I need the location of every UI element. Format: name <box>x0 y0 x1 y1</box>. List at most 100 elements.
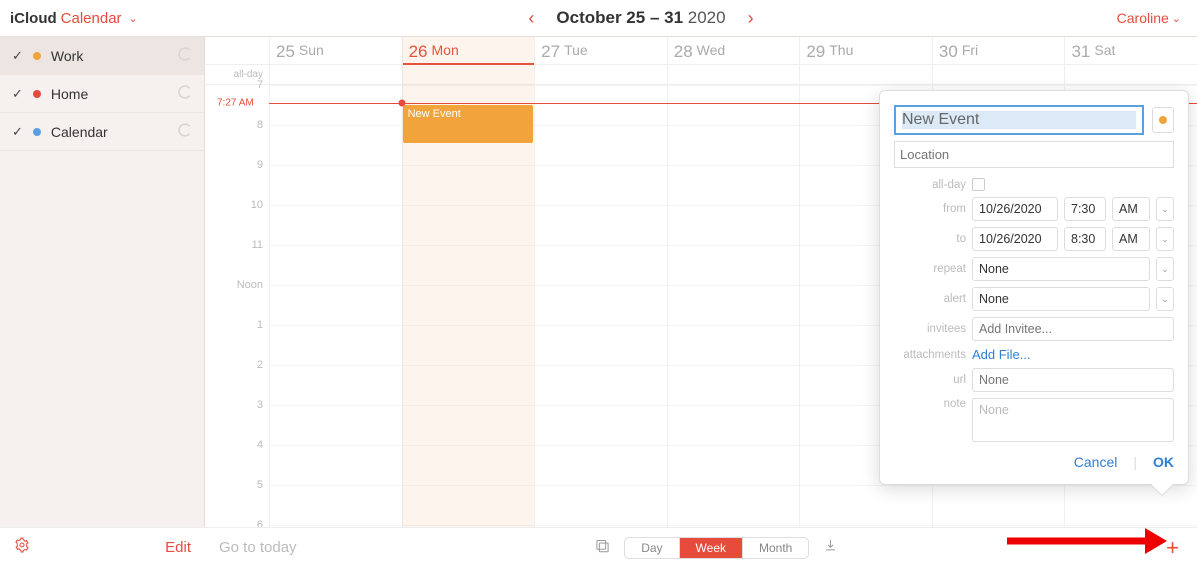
time-cell[interactable] <box>534 205 667 245</box>
view-month-button[interactable]: Month <box>743 538 808 558</box>
time-cell[interactable] <box>269 125 402 165</box>
time-cell[interactable] <box>799 525 932 527</box>
repeat-select[interactable]: None <box>972 257 1150 281</box>
time-cell[interactable] <box>269 365 402 405</box>
share-icon[interactable] <box>176 121 194 142</box>
time-cell[interactable] <box>667 525 800 527</box>
chevron-down-icon[interactable]: ⌄ <box>1156 287 1174 311</box>
from-ampm-select[interactable]: AM <box>1112 197 1150 221</box>
download-icon[interactable] <box>823 538 838 558</box>
time-cell[interactable] <box>402 525 535 527</box>
time-cell[interactable] <box>534 405 667 445</box>
prev-week-button[interactable]: ‹ <box>524 8 538 29</box>
time-cell[interactable] <box>799 485 932 525</box>
alert-select[interactable]: None <box>972 287 1150 311</box>
time-cell[interactable] <box>534 125 667 165</box>
time-cell[interactable] <box>534 285 667 325</box>
time-cell[interactable] <box>269 445 402 485</box>
day-header-mon[interactable]: 26Mon <box>402 37 535 64</box>
view-day-button[interactable]: Day <box>625 538 679 558</box>
time-cell[interactable] <box>269 205 402 245</box>
time-cell[interactable] <box>402 205 535 245</box>
time-cell[interactable] <box>1064 485 1197 525</box>
app-switcher[interactable]: iCloud Calendar ⌄ <box>0 10 205 27</box>
time-cell[interactable] <box>534 485 667 525</box>
gear-icon[interactable] <box>14 537 30 558</box>
time-cell[interactable] <box>269 485 402 525</box>
ok-button[interactable]: OK <box>1153 454 1174 470</box>
time-cell[interactable] <box>534 165 667 205</box>
time-cell[interactable] <box>269 325 402 365</box>
day-header-tue[interactable]: 27Tue <box>534 37 667 64</box>
account-menu[interactable]: Caroline ⌄ <box>1077 10 1197 26</box>
time-cell[interactable] <box>667 325 800 365</box>
time-cell[interactable] <box>932 525 1065 527</box>
view-week-button[interactable]: Week <box>680 538 743 558</box>
day-header-thu[interactable]: 29Thu <box>799 37 932 64</box>
time-cell[interactable] <box>402 445 535 485</box>
go-to-today-button[interactable]: Go to today <box>219 539 297 556</box>
url-input[interactable] <box>972 368 1174 392</box>
calendar-event[interactable]: New Event <box>403 105 534 143</box>
time-cell[interactable] <box>667 85 800 125</box>
allday-row[interactable]: all-day <box>205 65 1197 85</box>
cancel-button[interactable]: Cancel <box>1074 454 1118 470</box>
edit-button[interactable]: Edit <box>165 539 191 556</box>
chevron-down-icon[interactable]: ⌄ <box>1156 227 1174 251</box>
time-cell[interactable] <box>269 165 402 205</box>
time-cell[interactable] <box>269 405 402 445</box>
time-cell[interactable] <box>402 285 535 325</box>
from-date-input[interactable]: 10/26/2020 <box>972 197 1058 221</box>
time-cell[interactable] <box>1064 525 1197 527</box>
time-cell[interactable] <box>269 245 402 285</box>
time-cell[interactable] <box>534 525 667 527</box>
add-file-link[interactable]: Add File... <box>972 347 1031 362</box>
time-cell[interactable] <box>667 205 800 245</box>
time-cell[interactable] <box>932 485 1065 525</box>
chevron-down-icon[interactable]: ⌄ <box>1156 197 1174 221</box>
time-cell[interactable] <box>534 365 667 405</box>
time-cell[interactable] <box>402 365 535 405</box>
time-cell[interactable] <box>269 85 402 125</box>
from-time-input[interactable]: 7:30 <box>1064 197 1106 221</box>
time-cell[interactable] <box>667 285 800 325</box>
share-icon[interactable] <box>176 45 194 66</box>
time-cell[interactable] <box>667 445 800 485</box>
event-title-input[interactable] <box>894 105 1144 135</box>
time-cell[interactable] <box>402 485 535 525</box>
to-ampm-select[interactable]: AM <box>1112 227 1150 251</box>
time-cell[interactable] <box>534 245 667 285</box>
time-cell[interactable] <box>402 245 535 285</box>
time-cell[interactable] <box>667 405 800 445</box>
time-cell[interactable] <box>667 485 800 525</box>
day-header-sat[interactable]: 31Sat <box>1064 37 1197 64</box>
time-cell[interactable] <box>402 405 535 445</box>
time-cell[interactable] <box>667 125 800 165</box>
time-cell[interactable] <box>269 285 402 325</box>
calendar-item-work[interactable]: ✓ Work <box>0 37 204 75</box>
chevron-down-icon[interactable]: ⌄ <box>1156 257 1174 281</box>
next-week-button[interactable]: › <box>744 8 758 29</box>
day-header-sun[interactable]: 25Sun <box>269 37 402 64</box>
time-cell[interactable] <box>269 525 402 527</box>
share-icon[interactable] <box>176 83 194 104</box>
day-header-wed[interactable]: 28Wed <box>667 37 800 64</box>
day-header-fri[interactable]: 30Fri <box>932 37 1065 64</box>
to-time-input[interactable]: 8:30 <box>1064 227 1106 251</box>
time-cell[interactable] <box>667 165 800 205</box>
to-date-input[interactable]: 10/26/2020 <box>972 227 1058 251</box>
allday-checkbox[interactable] <box>972 178 985 191</box>
time-cell[interactable] <box>534 445 667 485</box>
calendar-picker-button[interactable] <box>1152 107 1174 133</box>
time-cell[interactable] <box>534 85 667 125</box>
invitees-input[interactable] <box>972 317 1174 341</box>
time-cell[interactable] <box>667 365 800 405</box>
time-cell[interactable] <box>667 245 800 285</box>
note-input[interactable]: None <box>972 398 1174 442</box>
list-view-icon[interactable] <box>595 538 610 558</box>
calendar-item-home[interactable]: ✓ Home <box>0 75 204 113</box>
time-cell[interactable] <box>402 325 535 365</box>
time-cell[interactable] <box>534 325 667 365</box>
location-input[interactable] <box>894 141 1174 168</box>
add-event-button[interactable]: + <box>1166 535 1179 561</box>
